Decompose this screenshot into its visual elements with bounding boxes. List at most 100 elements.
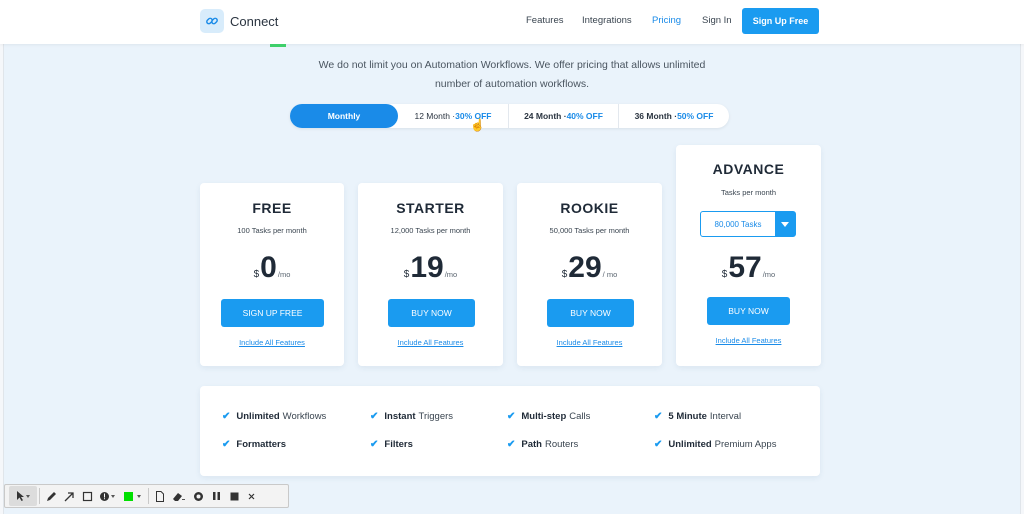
document-icon[interactable] bbox=[151, 486, 169, 506]
check-icon: ✔ bbox=[507, 411, 516, 422]
billing-period-tabs: Monthly 12 Month · 30% OFF 24 Month · 40… bbox=[290, 104, 729, 128]
record-icon[interactable] bbox=[189, 486, 207, 506]
feature-rest: Triggers bbox=[418, 411, 454, 422]
feature-bold: Unlimited bbox=[668, 439, 712, 450]
feature-item: ✔ Path Routers bbox=[507, 439, 578, 450]
tab-36-month[interactable]: 36 Month · 50% OFF bbox=[619, 104, 729, 128]
feature-bold: Path bbox=[521, 439, 542, 450]
plan-card-free: FREE 100 Tasks per month $ 0 /mo SIGN UP… bbox=[200, 183, 344, 366]
plan-tasks: 100 Tasks per month bbox=[237, 226, 307, 235]
include-all-features-link[interactable]: Include All Features bbox=[676, 336, 821, 345]
pricing-intro: We do not limit you on Automation Workfl… bbox=[262, 56, 762, 94]
link-chain-icon bbox=[200, 9, 224, 33]
tab-12-month-label: 12 Month · bbox=[414, 111, 456, 121]
tab-36-month-label: 36 Month · bbox=[634, 111, 678, 121]
nav-integrations[interactable]: Integrations bbox=[582, 15, 632, 26]
toolbar-separator bbox=[148, 488, 149, 504]
tab-12-month[interactable]: 12 Month · 30% OFF bbox=[398, 104, 509, 128]
price-amount: 19 bbox=[410, 251, 444, 284]
eraser-icon[interactable] bbox=[169, 486, 189, 506]
nav-sign-in[interactable]: Sign In bbox=[702, 15, 732, 26]
arrow-icon[interactable] bbox=[60, 486, 78, 506]
tab-monthly[interactable]: Monthly bbox=[290, 104, 398, 128]
include-all-features-link[interactable]: Include All Features bbox=[517, 338, 662, 347]
check-icon: ✔ bbox=[654, 439, 663, 450]
price-period: /mo bbox=[762, 270, 776, 279]
plan-price: $ 29 / mo bbox=[517, 253, 662, 283]
sign-up-free-button[interactable]: Sign Up Free bbox=[742, 8, 819, 34]
close-icon[interactable] bbox=[243, 486, 259, 506]
tasks-quantity-select[interactable]: 80,000 Tasks bbox=[700, 211, 796, 237]
feature-rest: Routers bbox=[544, 439, 579, 450]
plan-card-advance: ADVANCE Tasks per month 80,000 Tasks $ 5… bbox=[676, 145, 821, 366]
check-icon: ✔ bbox=[654, 411, 663, 422]
check-icon: ✔ bbox=[222, 411, 231, 422]
brand-logo[interactable]: Connect bbox=[200, 9, 278, 33]
nav-features[interactable]: Features bbox=[526, 15, 564, 26]
plan-name: ROOKIE bbox=[560, 200, 619, 216]
feature-bold: 5 Minute bbox=[668, 411, 707, 422]
plan-card-rookie: ROOKIE 50,000 Tasks per month $ 29 / mo … bbox=[517, 183, 662, 366]
buy-now-rookie-button[interactable]: BUY NOW bbox=[547, 299, 634, 327]
feature-bold: Instant bbox=[384, 411, 416, 422]
window-edge-right bbox=[1020, 0, 1024, 514]
rectangle-icon[interactable] bbox=[78, 486, 96, 506]
plan-name: FREE bbox=[252, 200, 292, 216]
intro-line-2: number of automation workflows. bbox=[434, 78, 590, 90]
feature-rest: Workflows bbox=[282, 411, 327, 422]
pencil-icon[interactable] bbox=[42, 486, 60, 506]
check-icon: ✔ bbox=[370, 439, 379, 450]
check-icon: ✔ bbox=[222, 439, 231, 450]
plan-price: $ 0 /mo bbox=[200, 253, 344, 283]
price-amount: 29 bbox=[568, 251, 602, 284]
include-all-features-link[interactable]: Include All Features bbox=[200, 338, 344, 347]
nav-pricing[interactable]: Pricing bbox=[652, 15, 681, 26]
price-period: / mo bbox=[602, 270, 618, 279]
plan-name: STARTER bbox=[396, 200, 465, 216]
feature-rest: Interval bbox=[709, 411, 742, 422]
buy-now-starter-button[interactable]: BUY NOW bbox=[388, 299, 475, 327]
select-tool-icon[interactable] bbox=[9, 486, 37, 506]
feature-rest: Calls bbox=[569, 411, 591, 422]
check-icon: ✔ bbox=[370, 411, 379, 422]
tab-24-month[interactable]: 24 Month · 40% OFF bbox=[509, 104, 619, 128]
caret-down-icon[interactable] bbox=[775, 212, 795, 236]
price-currency: $ bbox=[721, 269, 728, 280]
plan-price: $ 19 /mo bbox=[358, 253, 503, 283]
include-all-features-link[interactable]: Include All Features bbox=[358, 338, 503, 347]
feature-bold: Formatters bbox=[236, 439, 287, 450]
feature-bold: Unlimited bbox=[236, 411, 280, 422]
tab-monthly-label: Monthly bbox=[327, 111, 361, 121]
highlight-marker-icon[interactable] bbox=[96, 486, 120, 506]
pause-icon[interactable] bbox=[207, 486, 225, 506]
plan-card-starter: STARTER 12,000 Tasks per month $ 19 /mo … bbox=[358, 183, 503, 366]
features-panel: ✔ Unlimited Workflows ✔ Instant Triggers… bbox=[200, 386, 820, 476]
feature-item: ✔ Formatters bbox=[222, 439, 289, 450]
price-currency: $ bbox=[561, 269, 568, 280]
feature-rest: Premium Apps bbox=[714, 439, 777, 450]
intro-line-1: We do not limit you on Automation Workfl… bbox=[318, 59, 706, 71]
plan-tasks: 50,000 Tasks per month bbox=[549, 226, 630, 235]
price-amount: 57 bbox=[728, 251, 762, 284]
feature-item: ✔ 5 Minute Interval bbox=[654, 411, 741, 422]
feature-item: ✔ Filters bbox=[370, 439, 416, 450]
sign-up-free-plan-button[interactable]: SIGN UP FREE bbox=[221, 299, 324, 327]
plan-tasks: 12,000 Tasks per month bbox=[390, 226, 471, 235]
window-edge-left bbox=[0, 0, 4, 514]
tab-24-month-label: 24 Month · bbox=[524, 111, 567, 121]
tab-36-month-discount: 50% OFF bbox=[677, 111, 714, 121]
check-icon: ✔ bbox=[507, 439, 516, 450]
color-picker-icon[interactable] bbox=[120, 486, 146, 506]
feature-item: ✔ Unlimited Premium Apps bbox=[654, 439, 776, 450]
feature-bold: Multi-step bbox=[521, 411, 567, 422]
buy-now-advance-button[interactable]: BUY NOW bbox=[707, 297, 790, 325]
price-period: /mo bbox=[277, 270, 291, 279]
toolbar-separator bbox=[39, 488, 40, 504]
stop-icon[interactable] bbox=[225, 486, 243, 506]
feature-item: ✔ Instant Triggers bbox=[370, 411, 453, 422]
price-period: /mo bbox=[444, 270, 458, 279]
tab-24-month-discount: 40% OFF bbox=[566, 111, 603, 121]
annotation-toolbar bbox=[4, 484, 289, 508]
plan-price: $ 57 /mo bbox=[676, 253, 821, 283]
top-nav: Connect Features Integrations Pricing Si… bbox=[0, 0, 1024, 44]
